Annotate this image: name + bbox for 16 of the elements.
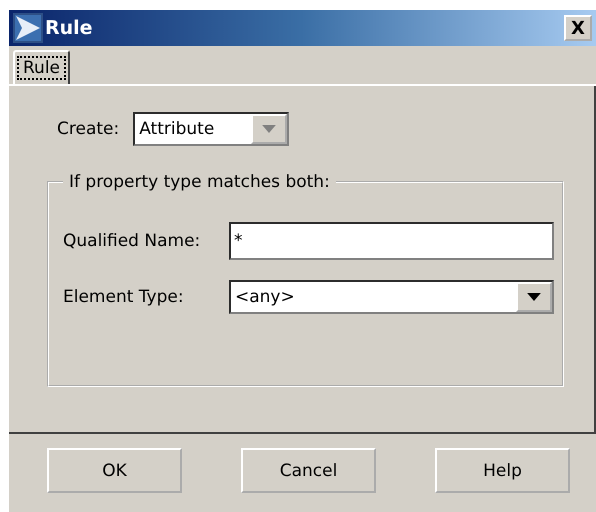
caret-icon [527,293,541,301]
dialog-button[interactable]: Cancel [241,448,376,493]
group-title: If property type matches both: [68,172,331,192]
input-field[interactable]: * [229,222,554,260]
field-label: Element Type: [63,287,185,307]
close-button[interactable]: X [564,15,592,41]
dialog-button[interactable]: Help [435,448,570,493]
app-icon [13,13,43,43]
tab[interactable]: Rule [13,50,70,84]
window-title: Rule [45,17,94,39]
field-label: Create: [57,119,120,139]
dialog-button[interactable]: OK [47,448,182,493]
caret-icon [262,125,276,133]
field-label: Qualified Name: [63,231,202,251]
type-dropdown[interactable]: <any> [229,280,554,314]
create-dropdown[interactable]: Attribute [133,112,290,146]
